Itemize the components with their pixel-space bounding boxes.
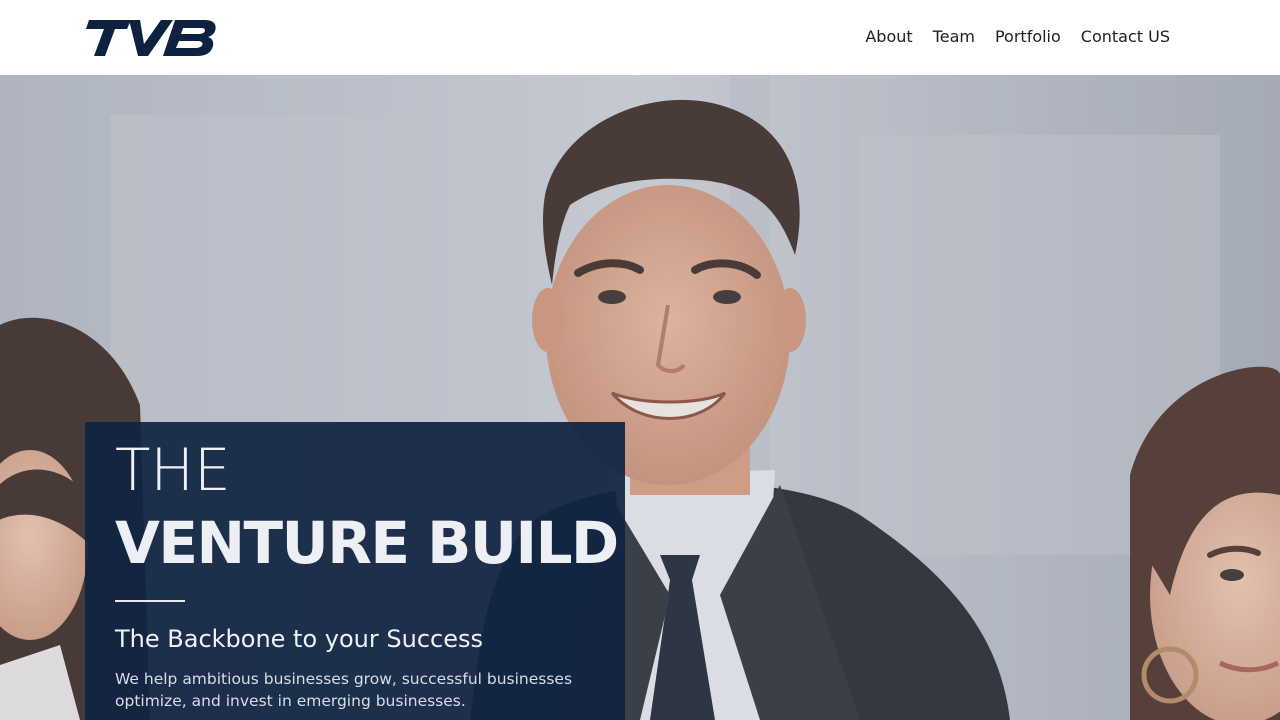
hero-card: THE VENTURE BUILD The Backbone to your S… [85,422,625,720]
hero-divider [115,600,185,602]
hero-body: We help ambitious businesses grow, succe… [115,670,573,710]
nav-team[interactable]: Team [933,26,975,48]
hero-kicker: THE [115,436,231,504]
logo-link[interactable] [85,18,217,58]
hero-subtitle: The Backbone to your Success [115,625,483,653]
nav-contact[interactable]: Contact US [1081,26,1170,48]
hero-title: VENTURE BUILD [115,509,619,577]
hero-section: THE VENTURE BUILD The Backbone to your S… [0,75,1280,720]
nav-portfolio[interactable]: Portfolio [995,26,1061,48]
site-header: About Team Portfolio Contact US [0,0,1280,75]
nav-about[interactable]: About [865,26,912,48]
main-nav: About Team Portfolio Contact US [865,26,1170,48]
tvb-logo-icon [86,20,216,56]
